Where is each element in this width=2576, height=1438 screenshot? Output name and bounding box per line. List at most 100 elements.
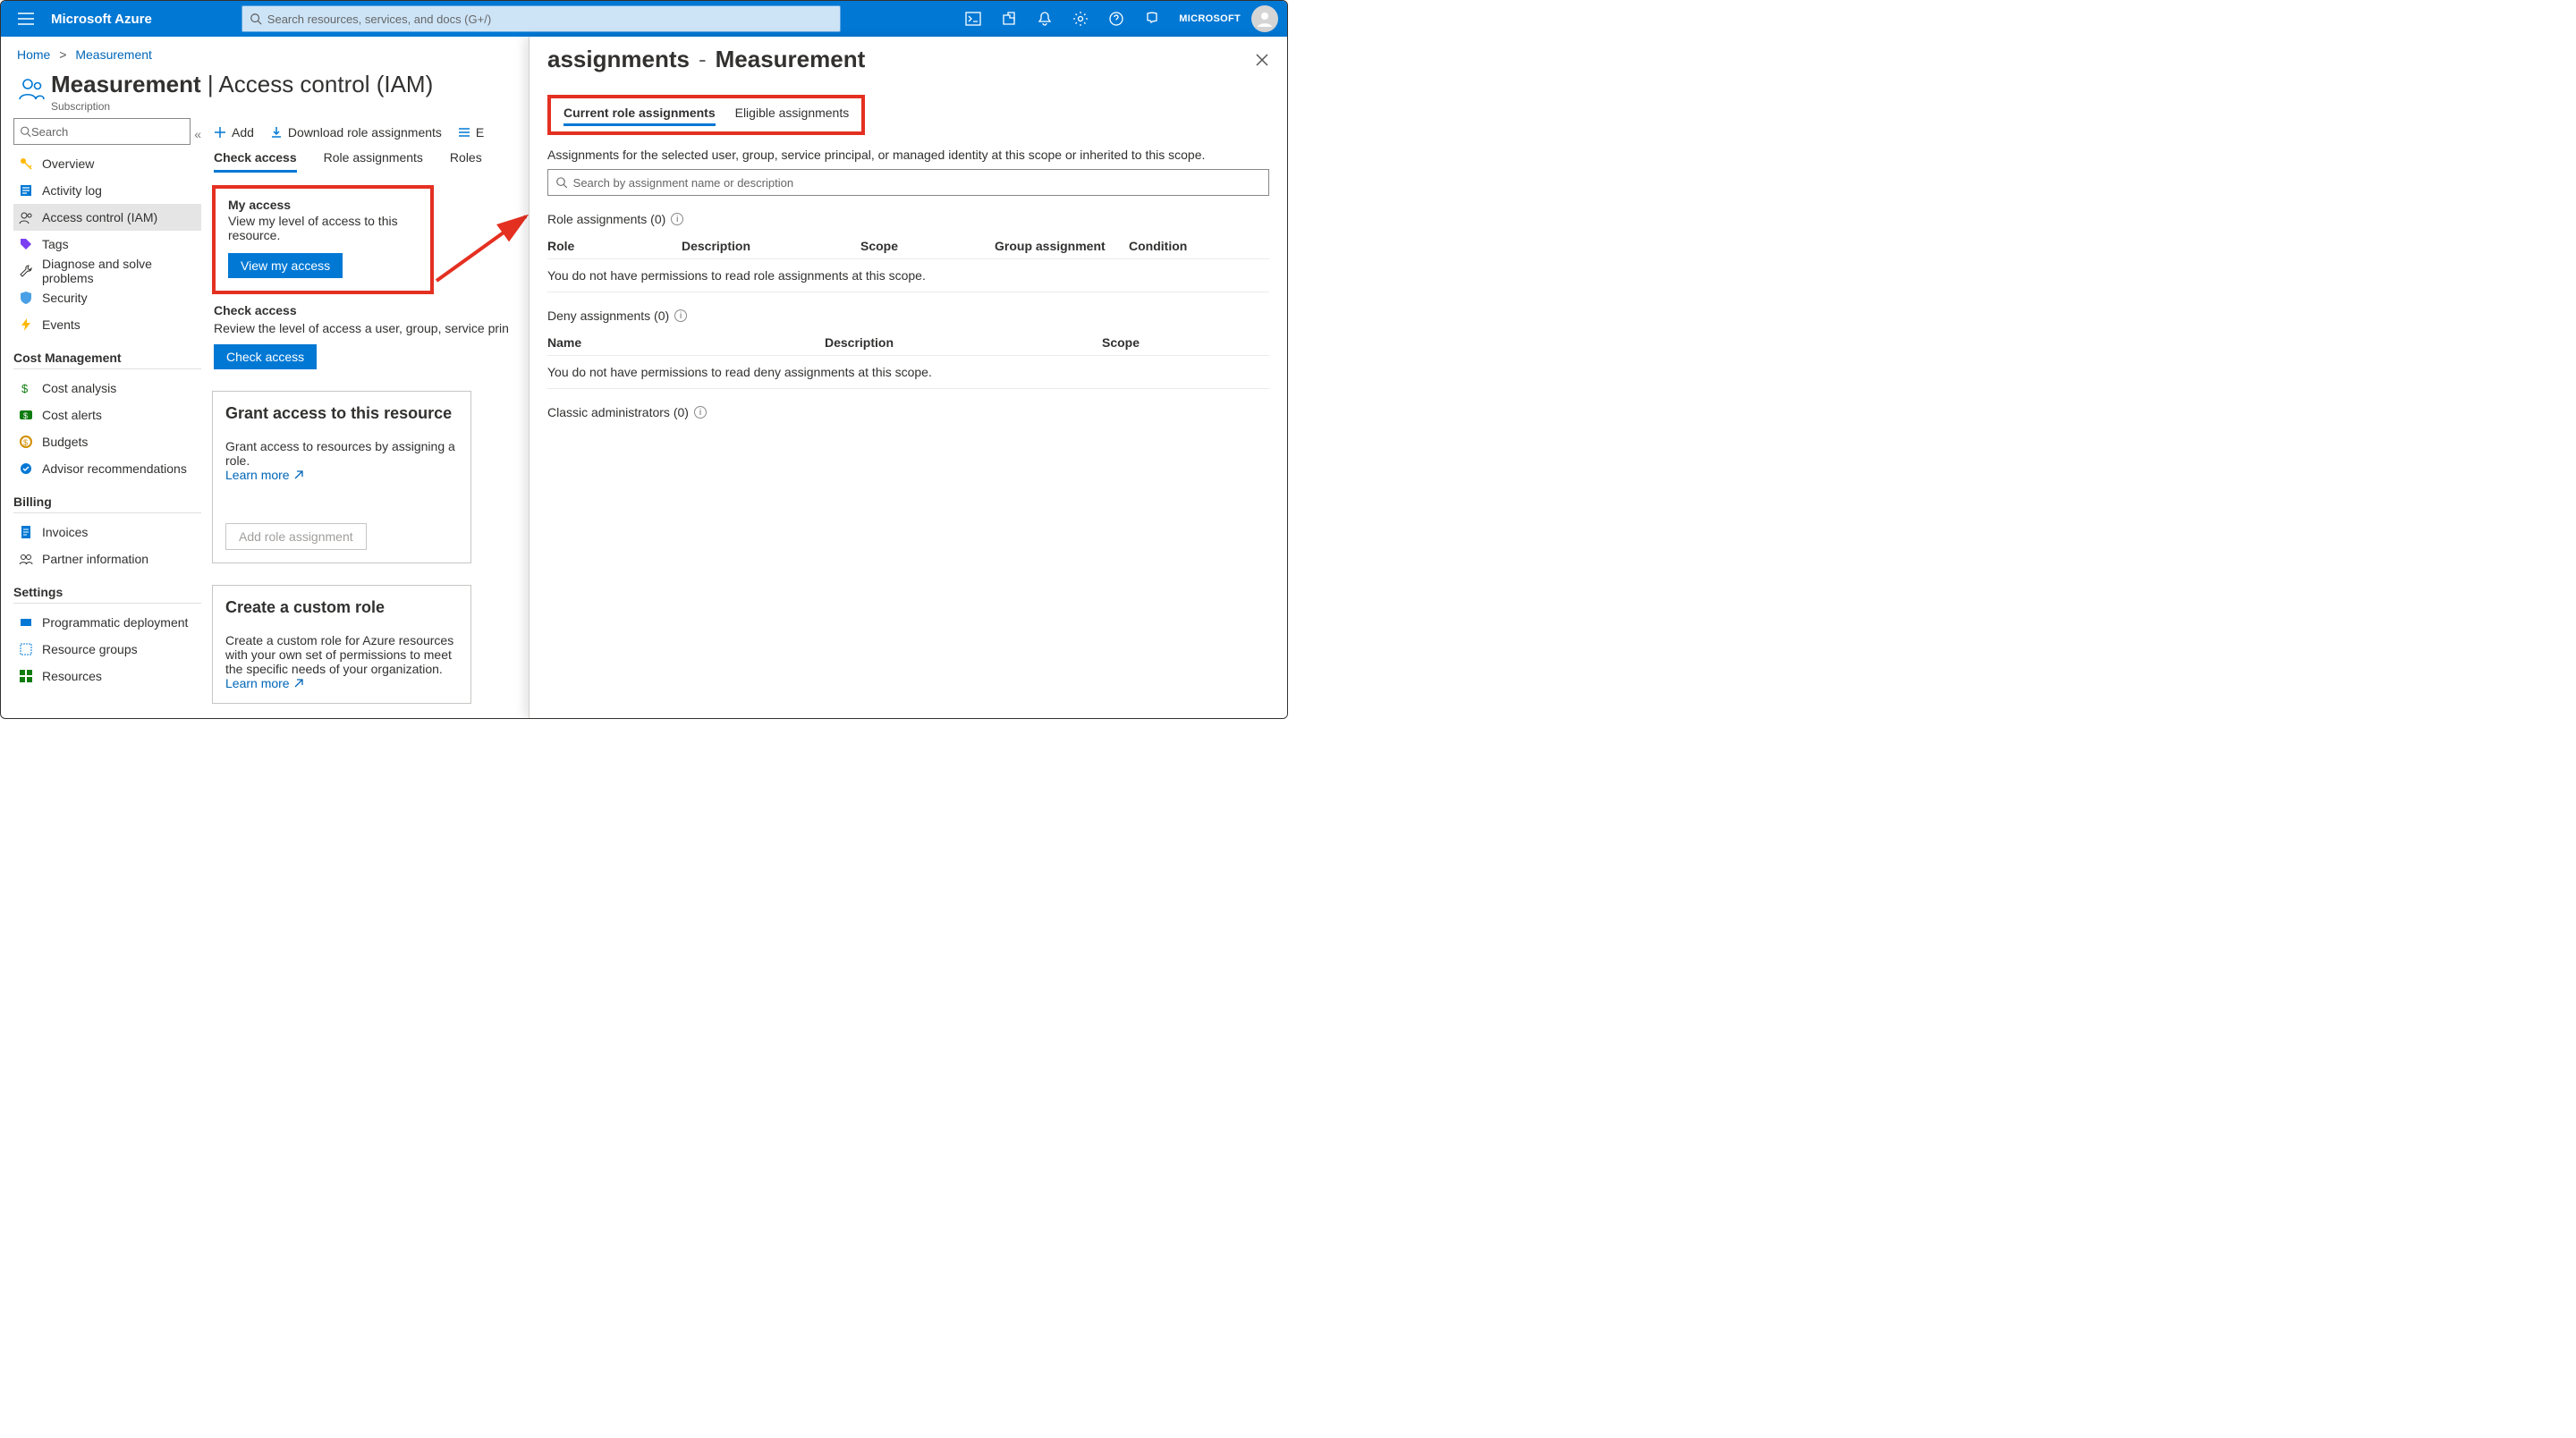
tab-role-assignments[interactable]: Role assignments: [324, 150, 423, 173]
tab-eligible-assignments[interactable]: Eligible assignments: [735, 106, 850, 126]
nav-item-overview[interactable]: Overview: [13, 150, 201, 177]
nav-item-resources[interactable]: Resources: [13, 663, 201, 689]
tab-current-role-assignments[interactable]: Current role assignments: [564, 106, 716, 126]
nav-section-settings: Settings: [13, 585, 201, 599]
partner-icon: [19, 552, 33, 566]
check-access-button[interactable]: Check access: [214, 344, 317, 369]
directories-icon[interactable]: [993, 3, 1025, 35]
nav-label: Overview: [42, 156, 94, 171]
nav-label: Partner information: [42, 552, 148, 566]
my-access-section: My access View my level of access to thi…: [212, 185, 434, 294]
assignments-tabs: Current role assignments Eligible assign…: [547, 95, 865, 135]
role-assignments-empty: You do not have permissions to read role…: [547, 259, 1269, 292]
nav-label: Cost alerts: [42, 408, 102, 422]
nav-item-cost-alerts[interactable]: $ Cost alerts: [13, 402, 201, 428]
key-icon: [19, 156, 33, 171]
col-scope: Scope: [1102, 335, 1269, 350]
nav-item-activity-log[interactable]: Activity log: [13, 177, 201, 204]
nav-label: Invoices: [42, 525, 88, 539]
grant-access-heading: Grant access to this resource: [225, 404, 458, 423]
breadcrumb-current[interactable]: Measurement: [75, 47, 152, 62]
wrench-icon: [19, 264, 33, 278]
shield-icon: [19, 291, 33, 305]
invoice-icon: [19, 525, 33, 539]
nav-item-invoices[interactable]: Invoices: [13, 519, 201, 546]
add-button[interactable]: Add: [214, 125, 254, 140]
download-button[interactable]: Download role assignments: [270, 125, 442, 140]
col-condition: Condition: [1129, 239, 1269, 253]
nav-item-tags[interactable]: Tags: [13, 231, 201, 258]
nav-label: Security: [42, 291, 88, 305]
tab-check-access[interactable]: Check access: [214, 150, 297, 173]
nav-label: Advisor recommendations: [42, 461, 187, 476]
alert-dollar-icon: $: [19, 408, 33, 422]
info-icon[interactable]: i: [674, 309, 687, 322]
nav-search-input[interactable]: [31, 125, 184, 139]
external-link-icon: [293, 678, 304, 689]
help-icon[interactable]: [1100, 3, 1132, 35]
tag-icon: [19, 237, 33, 251]
learn-more-link[interactable]: Learn more: [225, 468, 304, 482]
nav-item-partner[interactable]: Partner information: [13, 546, 201, 572]
add-role-assignment-button[interactable]: Add role assignment: [225, 523, 367, 550]
view-my-access-button[interactable]: View my access: [228, 253, 343, 278]
deploy-icon: [19, 615, 33, 630]
svg-text:$: $: [23, 411, 28, 420]
annotation-arrow: [432, 209, 539, 290]
info-icon[interactable]: i: [694, 406, 707, 419]
nav-label: Diagnose and solve problems: [42, 257, 196, 285]
svg-text:$: $: [21, 382, 29, 395]
nav-item-cost-analysis[interactable]: $Cost analysis: [13, 375, 201, 402]
global-search-input[interactable]: [267, 13, 833, 26]
nav-label: Budgets: [42, 435, 88, 449]
left-nav: « Overview Activity log Access control (…: [1, 118, 210, 718]
nav-item-events[interactable]: Events: [13, 311, 201, 338]
advisor-icon: [19, 461, 33, 476]
global-search[interactable]: [242, 5, 841, 32]
edit-columns-button[interactable]: E: [458, 125, 484, 140]
role-assignments-table-header: Role Description Scope Group assignment …: [547, 230, 1269, 259]
people-icon: [19, 210, 33, 224]
nav-section-billing: Billing: [13, 495, 201, 509]
collapse-nav-icon[interactable]: «: [194, 127, 201, 141]
learn-more-link[interactable]: Learn more: [225, 676, 304, 690]
nav-item-programmatic-deployment[interactable]: Programmatic deployment: [13, 609, 201, 636]
nav-label: Resources: [42, 669, 102, 683]
nav-search[interactable]: [13, 118, 191, 145]
col-description: Description: [825, 335, 1102, 350]
dollar-icon: $: [19, 381, 33, 395]
close-panel-button[interactable]: [1255, 53, 1269, 67]
assignments-search[interactable]: [547, 169, 1269, 196]
panel-title: assignments-Measurement: [547, 46, 865, 73]
assignments-search-input[interactable]: [573, 176, 1261, 190]
nav-item-advisor[interactable]: Advisor recommendations: [13, 455, 201, 482]
cloud-shell-icon[interactable]: [957, 3, 989, 35]
custom-role-heading: Create a custom role: [225, 598, 458, 617]
nav-item-resource-groups[interactable]: Resource groups: [13, 636, 201, 663]
nav-item-security[interactable]: Security: [13, 284, 201, 311]
notifications-icon[interactable]: [1029, 3, 1061, 35]
tab-roles[interactable]: Roles: [450, 150, 482, 173]
brand-label[interactable]: Microsoft Azure: [51, 12, 152, 27]
col-role: Role: [547, 239, 682, 253]
external-link-icon: [293, 469, 304, 480]
resources-icon: [19, 669, 33, 683]
feedback-icon[interactable]: [1136, 3, 1168, 35]
nav-item-budgets[interactable]: $Budgets: [13, 428, 201, 455]
deny-assignments-table-header: Name Description Scope: [547, 326, 1269, 356]
nav-item-access-control[interactable]: Access control (IAM): [13, 204, 201, 231]
nav-item-diagnose[interactable]: Diagnose and solve problems: [13, 258, 201, 284]
hamburger-menu-icon[interactable]: [10, 3, 42, 35]
grant-access-text: Grant access to resources by assigning a…: [225, 439, 458, 468]
bolt-icon: [19, 317, 33, 332]
user-avatar[interactable]: [1251, 5, 1278, 32]
chevron-right-icon: >: [59, 47, 66, 62]
breadcrumb-home[interactable]: Home: [17, 47, 50, 62]
info-icon[interactable]: i: [671, 213, 683, 225]
nav-label: Programmatic deployment: [42, 615, 188, 630]
my-access-text: View my level of access to this resource…: [228, 214, 418, 242]
page-subtitle: Subscription: [51, 100, 433, 113]
nav-label: Tags: [42, 237, 69, 251]
nav-label: Activity log: [42, 183, 102, 198]
settings-gear-icon[interactable]: [1064, 3, 1097, 35]
